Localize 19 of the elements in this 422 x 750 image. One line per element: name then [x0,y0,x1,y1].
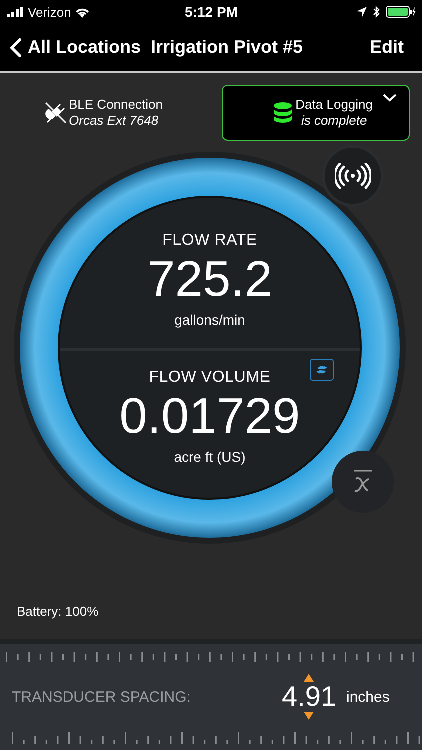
connection-label: BLE Connection [69,97,163,113]
spacing-label: TRANSDUCER SPACING: [12,688,192,706]
back-button[interactable]: All Locations [10,37,142,58]
spacing-value: 4.91 [282,682,336,712]
spacing-unit: inches [346,688,390,706]
reading-label: FLOW RATE [162,232,258,250]
status-time: 5:12 PM [185,4,238,20]
reading-unit: acre ft (US) [174,448,246,464]
spacing-ruler[interactable]: TRANSDUCER SPACING: 4.91 inches [0,639,422,750]
screen-title: Irrigation Pivot #5 [151,37,304,58]
data-logging-button[interactable]: Data Logging is complete [222,85,410,141]
reading-label: FLOW VOLUME [149,368,271,386]
battery-status: Battery: 100% [17,604,100,619]
reading-unit: gallons/min [174,312,246,328]
reading-value: 0.01729 [120,386,300,444]
carrier-name: Verizon [28,4,72,20]
edit-button[interactable]: Edit [362,37,412,58]
reading-value: 725.2 [147,250,273,308]
device-name: Orcas Ext 7648 [69,113,160,129]
